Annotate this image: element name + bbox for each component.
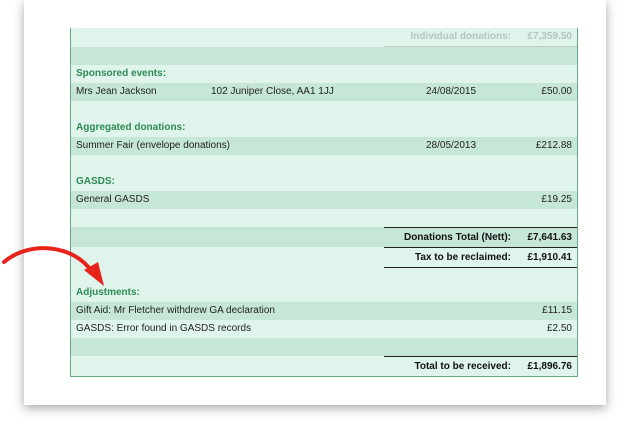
red-curved-arrow-icon (2, 246, 104, 286)
